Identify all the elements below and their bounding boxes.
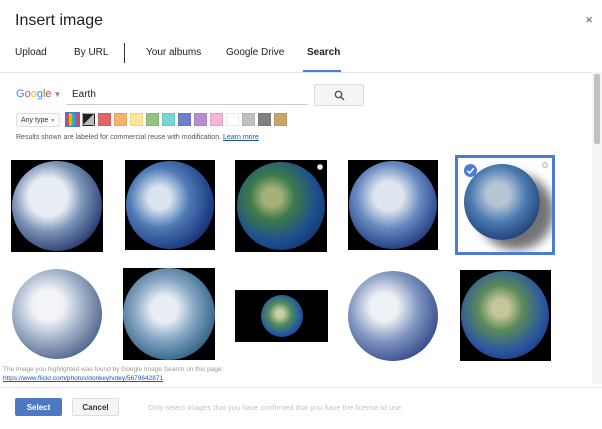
license-notice-text: Results shown are labeled for commercial… [16,134,222,141]
tab-bar: Upload By URL Your albums Google Drive S… [0,40,590,72]
earth-globe-image [349,161,437,249]
color-swatch-orange[interactable] [114,113,127,126]
image-result-earth-9[interactable] [347,270,439,362]
chevron-down-icon: ▼ [53,90,62,99]
search-button[interactable] [314,84,364,106]
earth-globe-image [237,162,325,250]
color-swatch-gray[interactable] [82,113,95,126]
select-indicator-icon [317,164,323,170]
search-provider-selector[interactable]: Google ▼ [16,88,61,100]
insert-image-dialog: Insert image × Upload By URL Your albums… [0,0,602,429]
select-button[interactable]: Select [15,398,62,416]
license-notice: Results shown are labeled for commercial… [16,134,259,141]
footer-divider [0,387,602,388]
earth-globe-image [123,268,215,360]
image-result-earth-2[interactable] [125,160,215,250]
image-result-earth-8[interactable] [235,290,328,342]
image-result-earth-4[interactable] [348,160,438,250]
color-swatch-teal[interactable] [162,113,175,126]
dialog-title: Insert image [15,12,104,29]
magnifier-icon [334,90,345,101]
license-disclaimer: Only select images that you have confirm… [148,403,404,412]
learn-more-link[interactable]: Learn more [223,134,259,141]
image-result-earth-7[interactable] [123,268,215,360]
earth-globe-image [261,295,303,337]
chevron-down-icon: ▼ [50,118,56,124]
color-swatch-white[interactable] [226,113,239,126]
tab-your-albums[interactable]: Your albums [146,47,201,58]
image-result-earth-6[interactable] [11,268,103,360]
color-swatch-purple[interactable] [194,113,207,126]
earth-globe-image [348,271,438,361]
tab-separator [124,43,125,63]
color-swatch-light-gray[interactable] [242,113,255,126]
earth-globe-image [12,161,102,251]
tab-google-drive[interactable]: Google Drive [226,47,284,58]
tab-search[interactable]: Search [307,47,340,58]
image-result-earth-1[interactable] [11,160,103,252]
source-url-link[interactable]: https://www.flickr.com/photos/donkeyhote… [3,375,163,382]
tab-by-url[interactable]: By URL [74,47,108,58]
earth-globe-image [461,271,549,359]
type-filter-label: Any type [21,117,49,124]
color-swatch-pink[interactable] [210,113,223,126]
type-filter-dropdown[interactable]: Any type ▼ [16,113,60,127]
image-result-earth-5[interactable] [455,155,555,255]
source-info: The image you highlighted was found by G… [3,366,224,373]
image-result-earth-10[interactable] [460,270,551,361]
earth-globe-image [126,161,214,249]
tabs-divider [0,72,592,73]
close-icon[interactable]: × [585,12,593,27]
image-result-earth-3[interactable] [235,160,327,252]
search-input[interactable] [66,85,308,105]
color-swatch-brown[interactable] [274,113,287,126]
earth-globe-image [12,269,102,359]
color-swatch-blue[interactable] [178,113,191,126]
color-swatch-yellow[interactable] [130,113,143,126]
select-indicator-icon [542,162,548,168]
color-swatch-red[interactable] [98,113,111,126]
checkmark-icon [464,164,477,177]
cancel-button[interactable]: Cancel [72,398,119,416]
scrollbar-thumb[interactable] [594,74,600,144]
tab-upload[interactable]: Upload [15,47,47,58]
color-swatch-dark-gray[interactable] [258,113,271,126]
google-logo: Google [16,88,52,100]
color-swatch-green[interactable] [146,113,159,126]
color-swatch-multicolor[interactable] [65,112,80,127]
